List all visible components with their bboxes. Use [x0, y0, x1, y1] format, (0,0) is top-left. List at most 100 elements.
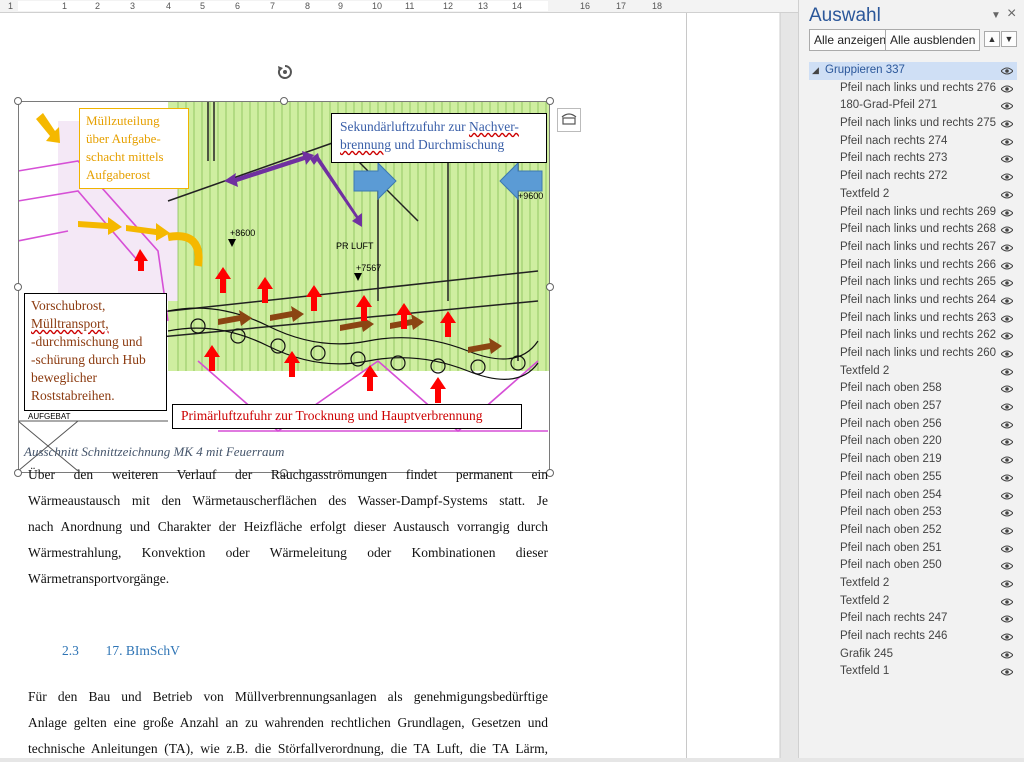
resize-handle-left[interactable] — [14, 283, 22, 291]
close-icon[interactable]: × — [1007, 5, 1016, 23]
eye-icon[interactable] — [1001, 492, 1013, 500]
eye-icon[interactable] — [1001, 226, 1013, 234]
selection-item[interactable]: Pfeil nach links und rechts 265 — [809, 274, 1017, 292]
selection-item[interactable]: Pfeil nach links und rechts 263 — [809, 310, 1017, 328]
paragraph-1[interactable]: Über den weiteren Verlauf der Rauchgasst… — [28, 462, 548, 592]
vertical-scrollbar[interactable] — [780, 13, 799, 758]
selection-item[interactable]: Pfeil nach links und rechts 269 — [809, 204, 1017, 222]
eye-icon[interactable] — [1001, 456, 1013, 464]
selection-item[interactable]: Pfeil nach oben 250 — [809, 557, 1017, 575]
selection-item[interactable]: Pfeil nach oben 219 — [809, 451, 1017, 469]
page-margin-area — [687, 13, 779, 758]
eye-icon[interactable] — [1001, 262, 1013, 270]
selection-item-label: Pfeil nach oben 252 — [840, 523, 942, 536]
eye-icon[interactable] — [1001, 668, 1013, 676]
triangle-down-icon: ▼ — [1004, 34, 1014, 44]
eye-icon[interactable] — [1001, 279, 1013, 287]
eye-icon[interactable] — [1001, 633, 1013, 641]
selection-item[interactable]: Pfeil nach oben 252 — [809, 522, 1017, 540]
selection-item[interactable]: Textfeld 2 — [809, 363, 1017, 381]
eye-icon[interactable] — [1001, 350, 1013, 358]
eye-icon[interactable] — [1001, 580, 1013, 588]
selection-list[interactable]: ◢ Gruppieren 337 Pfeil nach links und re… — [809, 62, 1017, 681]
selection-item-label: Pfeil nach links und rechts 260 — [840, 347, 996, 359]
selection-item[interactable]: Pfeil nach oben 253 — [809, 504, 1017, 522]
hide-all-button[interactable]: Alle ausblenden — [885, 29, 981, 51]
selection-item[interactable]: Pfeil nach rechts 247 — [809, 610, 1017, 628]
eye-icon[interactable] — [1001, 85, 1013, 93]
move-up-button[interactable]: ▲ — [984, 31, 1000, 47]
resize-handle-bottom-left[interactable] — [14, 469, 22, 477]
rotate-icon[interactable] — [276, 63, 294, 81]
collapse-triangle-icon[interactable]: ◢ — [812, 62, 819, 80]
eye-icon[interactable] — [1001, 297, 1013, 305]
eye-icon[interactable] — [1001, 598, 1013, 606]
resize-handle-top-right[interactable] — [546, 97, 554, 105]
selection-group-row[interactable]: ◢ Gruppieren 337 — [809, 62, 1017, 80]
eye-icon[interactable] — [1001, 385, 1013, 393]
eye-icon[interactable] — [1001, 527, 1013, 535]
eye-icon[interactable] — [1001, 315, 1013, 323]
selection-item[interactable]: 180-Grad-Pfeil 271 — [809, 97, 1017, 115]
resize-handle-right[interactable] — [546, 283, 554, 291]
eye-icon[interactable] — [1001, 209, 1013, 217]
selection-item[interactable]: Pfeil nach oben 220 — [809, 433, 1017, 451]
selection-pane: Auswahl ▼ × Alle anzeigen Alle ausblende… — [798, 0, 1024, 758]
eye-icon[interactable] — [1001, 545, 1013, 553]
eye-icon[interactable] — [1001, 651, 1013, 659]
eye-icon[interactable] — [1001, 403, 1013, 411]
eye-icon[interactable] — [1001, 509, 1013, 517]
selection-item[interactable]: Pfeil nach oben 254 — [809, 487, 1017, 505]
ruler-number: 18 — [652, 1, 663, 11]
layout-options-button[interactable] — [557, 108, 581, 132]
selection-item[interactable]: Pfeil nach rechts 272 — [809, 168, 1017, 186]
selection-item[interactable]: Pfeil nach links und rechts 262 — [809, 327, 1017, 345]
selection-item[interactable]: Pfeil nach oben 258 — [809, 380, 1017, 398]
selection-item[interactable]: Pfeil nach rechts 274 — [809, 133, 1017, 151]
selection-item[interactable]: Pfeil nach links und rechts 267 — [809, 239, 1017, 257]
section-heading[interactable]: 2.3 17. BImSchV — [62, 643, 180, 659]
selection-item[interactable]: Pfeil nach links und rechts 264 — [809, 292, 1017, 310]
selection-item[interactable]: Textfeld 2 — [809, 575, 1017, 593]
eye-icon[interactable] — [1001, 138, 1013, 146]
selection-item[interactable]: Pfeil nach oben 257 — [809, 398, 1017, 416]
eye-icon[interactable] — [1001, 615, 1013, 623]
eye-icon[interactable] — [1001, 120, 1013, 128]
eye-icon[interactable] — [1001, 368, 1013, 376]
selection-item-label: Textfeld 2 — [840, 594, 890, 607]
resize-handle-top-left[interactable] — [14, 97, 22, 105]
chevron-down-icon[interactable]: ▼ — [991, 10, 1001, 21]
eye-icon[interactable] — [1001, 173, 1013, 181]
selection-item[interactable]: Pfeil nach links und rechts 268 — [809, 221, 1017, 239]
eye-icon[interactable] — [1001, 474, 1013, 482]
selection-item[interactable]: Pfeil nach oben 255 — [809, 469, 1017, 487]
show-all-button[interactable]: Alle anzeigen — [809, 29, 892, 51]
resize-handle-top[interactable] — [280, 97, 288, 105]
selection-item[interactable]: Pfeil nach links und rechts 260 — [809, 345, 1017, 363]
eye-icon[interactable] — [1001, 332, 1013, 340]
eye-icon[interactable] — [1001, 244, 1013, 252]
selection-item[interactable]: Pfeil nach links und rechts 266 — [809, 257, 1017, 275]
eye-icon[interactable] — [1001, 438, 1013, 446]
selection-item[interactable]: Pfeil nach oben 256 — [809, 416, 1017, 434]
eye-icon[interactable] — [1001, 102, 1013, 110]
selection-frame — [18, 101, 550, 473]
eye-icon[interactable] — [1001, 191, 1013, 199]
move-down-button[interactable]: ▼ — [1001, 31, 1017, 47]
eye-icon[interactable] — [1001, 562, 1013, 570]
eye-icon[interactable] — [1001, 155, 1013, 163]
eye-icon[interactable] — [1001, 67, 1013, 75]
selection-item[interactable]: Pfeil nach links und rechts 276 — [809, 80, 1017, 98]
paragraph-2[interactable]: Für den Bau und Betrieb von Müllverbrenn… — [28, 684, 548, 762]
selection-item[interactable]: Pfeil nach links und rechts 275 — [809, 115, 1017, 133]
eye-icon[interactable] — [1001, 421, 1013, 429]
horizontal-ruler[interactable]: 1 1 2 3 4 5 6 7 8 9 10 11 12 13 14 16 17 18 — [0, 0, 798, 13]
selection-item[interactable]: Pfeil nach rechts 273 — [809, 150, 1017, 168]
selection-item[interactable]: Grafik 245 — [809, 646, 1017, 664]
selection-item[interactable]: Pfeil nach rechts 246 — [809, 628, 1017, 646]
selection-item[interactable]: Textfeld 2 — [809, 186, 1017, 204]
selection-item[interactable]: Textfeld 1 — [809, 663, 1017, 681]
selection-item[interactable]: Pfeil nach oben 251 — [809, 540, 1017, 558]
selection-item[interactable]: Textfeld 2 — [809, 593, 1017, 611]
selection-item-label: Pfeil nach oben 258 — [840, 382, 942, 395]
